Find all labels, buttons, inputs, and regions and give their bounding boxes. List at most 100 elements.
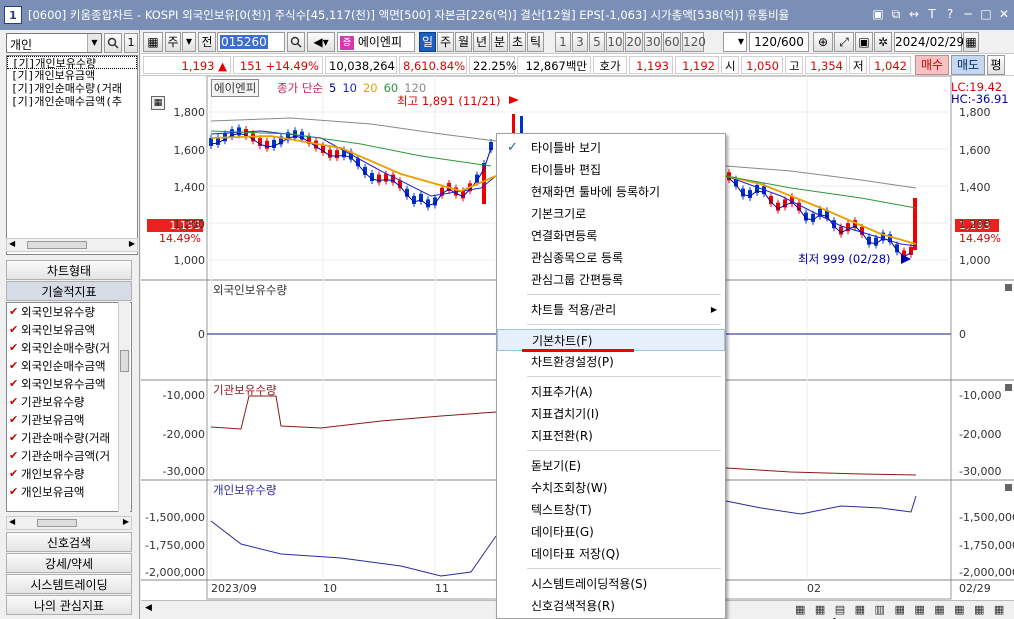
investor-list-item[interactable]: [기]개인보유수량: [7, 56, 137, 70]
investor-list-item[interactable]: [기]개인순매수량(거래: [7, 82, 137, 95]
chart-tools-icons[interactable]: ▦ ▦ ▤ ▦ ▥ ▦ ▦ ▦ ▦ ▦ ▦ ⊖ ─ ✚ ─: [795, 603, 1014, 619]
menu-item[interactable]: 수치조회창(W): [497, 477, 725, 499]
stock-name-field[interactable]: 증 에이엔피: [337, 32, 415, 52]
period-tab[interactable]: 틱: [527, 32, 544, 52]
check-icon[interactable]: ✔: [9, 447, 21, 465]
chevron-down-icon[interactable]: ▼: [87, 34, 101, 52]
menu-item[interactable]: 데이타표 저장(Q): [497, 543, 725, 565]
indicator-item[interactable]: ✔ 외국인보유수량: [7, 303, 131, 321]
count-field[interactable]: 120/600: [749, 32, 809, 52]
menu-item[interactable]: 차트환경설정(P): [497, 351, 725, 373]
pane-close-icon[interactable]: [1005, 284, 1012, 291]
menu-item[interactable]: 지표전환(R): [497, 425, 725, 447]
menu-item[interactable]: 지표겹치기(I): [497, 403, 725, 425]
menu-item[interactable]: 기본차트(F): [497, 329, 725, 352]
scroll-left-icon[interactable]: ◀: [9, 517, 15, 526]
period-tab[interactable]: 분: [491, 32, 508, 52]
crosshair-icon[interactable]: ⊕: [813, 32, 833, 52]
check-icon[interactable]: ✔: [9, 303, 21, 321]
menu-item[interactable]: 관심그룹 간편등록: [497, 269, 725, 291]
table-icon[interactable]: ▦: [151, 96, 165, 110]
buy-button[interactable]: 매수: [915, 55, 949, 75]
window-button-6[interactable]: □: [978, 6, 994, 22]
indicator-item[interactable]: ✔ 외국인순매수금액: [7, 357, 131, 375]
menu-item[interactable]: 시스템트레이딩적용(S): [497, 573, 725, 595]
check-icon[interactable]: ✔: [9, 339, 21, 357]
window-button-3[interactable]: T: [924, 6, 940, 22]
menu-item[interactable]: ✓ 타이틀바 보기: [497, 137, 725, 159]
interval-button[interactable]: 3: [572, 32, 588, 52]
window-button-7[interactable]: ✕: [996, 6, 1012, 22]
pane-close-icon[interactable]: [1005, 484, 1012, 491]
type-button-2[interactable]: 전: [198, 32, 216, 52]
grid-icon[interactable]: ▦: [143, 32, 163, 52]
eval-button[interactable]: 평: [987, 55, 1005, 75]
horizontal-scrollbar[interactable]: ◀ ▶: [6, 238, 138, 252]
sell-button[interactable]: 매도: [951, 55, 985, 75]
check-icon[interactable]: ✔: [9, 483, 21, 501]
check-icon[interactable]: ✔: [9, 357, 21, 375]
interval-button[interactable]: 30: [644, 32, 662, 52]
menu-item[interactable]: 신호검색적용(R): [497, 595, 725, 617]
section-system-trading[interactable]: 시스템트레이딩: [6, 574, 132, 594]
check-icon[interactable]: ✔: [9, 393, 21, 411]
window-button-4[interactable]: ?: [942, 6, 958, 22]
check-icon[interactable]: ✔: [9, 465, 21, 483]
vertical-scrollbar[interactable]: [118, 302, 130, 512]
search-button[interactable]: [104, 33, 122, 53]
investor-list[interactable]: [기]개인보유수량 [기]개인보유금액 [기]개인순매수량(거래 [기]개인순매수금액…: [6, 55, 138, 255]
horizontal-scrollbar-2[interactable]: ◀ ▶: [6, 516, 132, 530]
menu-item[interactable]: 타이틀바 편집: [497, 159, 725, 181]
scroll-thumb[interactable]: [120, 350, 129, 372]
investor-list-item[interactable]: [기]개인순매수금액(추: [7, 95, 137, 108]
period-tab[interactable]: 주: [437, 32, 454, 52]
interval-button[interactable]: 10: [606, 32, 624, 52]
section-signal-search[interactable]: 신호검색: [6, 532, 132, 552]
investor-list-item[interactable]: [기]개인보유금액: [7, 69, 137, 82]
indicator-item[interactable]: ✔ 외국인보유수금액: [7, 375, 131, 393]
menu-item[interactable]: 텍스트창(T): [497, 499, 725, 521]
speaker-icon[interactable]: ◀▾: [307, 32, 335, 52]
window-button-2[interactable]: ↔: [906, 6, 922, 22]
search-button[interactable]: [287, 32, 305, 52]
type-button-1[interactable]: 주: [165, 32, 181, 52]
zoom-fit-icon[interactable]: ⤢: [834, 32, 854, 52]
section-my-indicators[interactable]: 나의 관심지표: [6, 595, 132, 615]
menu-item[interactable]: 현재화면 툴바에 등록하기: [497, 181, 725, 203]
interval-button[interactable]: 20: [625, 32, 643, 52]
period-dropdown[interactable]: ▼: [723, 32, 747, 52]
scroll-left-icon[interactable]: ◀: [9, 239, 15, 248]
interval-button[interactable]: 5: [589, 32, 605, 52]
indicator-item[interactable]: ✔ 기관순매수금액(거: [7, 447, 131, 465]
window-button-0[interactable]: ▣: [870, 6, 886, 22]
window-button-5[interactable]: ─: [960, 6, 976, 22]
stock-code-input[interactable]: 015260: [217, 32, 285, 52]
menu-item[interactable]: 차트틀 적용/관리 ▶: [497, 299, 725, 321]
indicator-list[interactable]: ✔ 외국인보유수량 ✔ 외국인보유금액 ✔ 외국인순매수량(거 ✔ 외국인순매수금액 ✔ 외국인보…: [6, 302, 132, 512]
pane-close-icon[interactable]: [1005, 384, 1012, 391]
save-icon[interactable]: ▣: [855, 32, 873, 52]
date-field[interactable]: 2024/02/29: [894, 32, 964, 52]
indicator-item[interactable]: ✔ 개인보유수량: [7, 465, 131, 483]
section-chart-type[interactable]: 차트형태: [6, 260, 132, 280]
check-icon[interactable]: ✔: [9, 429, 21, 447]
indicator-item[interactable]: ✔ 기관보유수량: [7, 393, 131, 411]
scroll-right-icon[interactable]: ▶: [123, 517, 129, 526]
indicator-item[interactable]: ✔ 개인보유금액: [7, 483, 131, 501]
investor-combo[interactable]: 개인 ▼: [6, 33, 102, 53]
period-tab[interactable]: 월: [455, 32, 472, 52]
indicator-item[interactable]: ✔ 외국인순매수량(거: [7, 339, 131, 357]
scroll-thumb[interactable]: [27, 241, 87, 249]
period-tab[interactable]: 년: [473, 32, 490, 52]
calendar-icon[interactable]: ▦: [963, 32, 979, 52]
menu-item[interactable]: 연결화면등록: [497, 225, 725, 247]
scroll-thumb[interactable]: [37, 519, 77, 527]
period-tab[interactable]: 일: [419, 32, 436, 52]
menu-item[interactable]: 돋보기(E): [497, 455, 725, 477]
window-button-1[interactable]: ⧉: [888, 6, 904, 22]
gear-icon[interactable]: ✲: [874, 32, 892, 52]
indicator-item[interactable]: ✔ 외국인보유금액: [7, 321, 131, 339]
interval-button[interactable]: 1: [555, 32, 571, 52]
section-technical-indicators[interactable]: 기술적지표: [6, 281, 132, 301]
indicator-item[interactable]: ✔ 기관보유금액: [7, 411, 131, 429]
